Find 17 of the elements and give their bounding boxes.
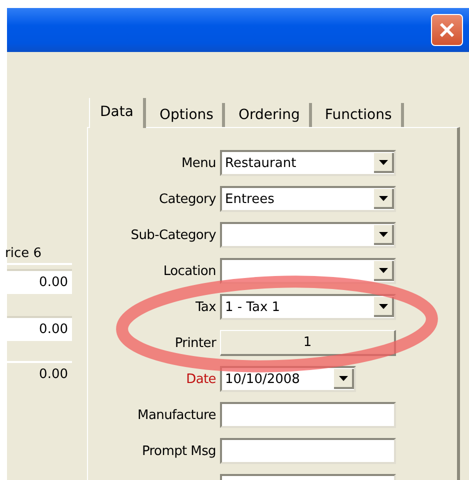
field-label: Manufacture — [136, 408, 217, 422]
dropdown-field[interactable]: 1 - Tax 1 — [220, 294, 396, 320]
field-label: Prompt Msg — [140, 444, 217, 458]
field-label: Location — [162, 264, 217, 278]
dropdown-field[interactable]: Entrees — [220, 186, 396, 212]
field-label: Sub-Category — [130, 228, 217, 242]
field-label: Printer — [174, 336, 218, 350]
field-label: Date — [185, 372, 217, 386]
printer-button[interactable]: 1 — [220, 330, 396, 356]
column-header: rice 6 — [5, 246, 72, 265]
price-field[interactable]: 0.00 — [7, 269, 72, 294]
field-label: Menu — [180, 156, 217, 170]
dropdown-field[interactable]: Restaurant — [220, 150, 396, 176]
price-field[interactable]: 0.00 — [7, 316, 72, 341]
tab[interactable]: Data — [89, 98, 146, 128]
field-label: Category — [158, 192, 217, 206]
field-label: Tax — [194, 300, 217, 314]
